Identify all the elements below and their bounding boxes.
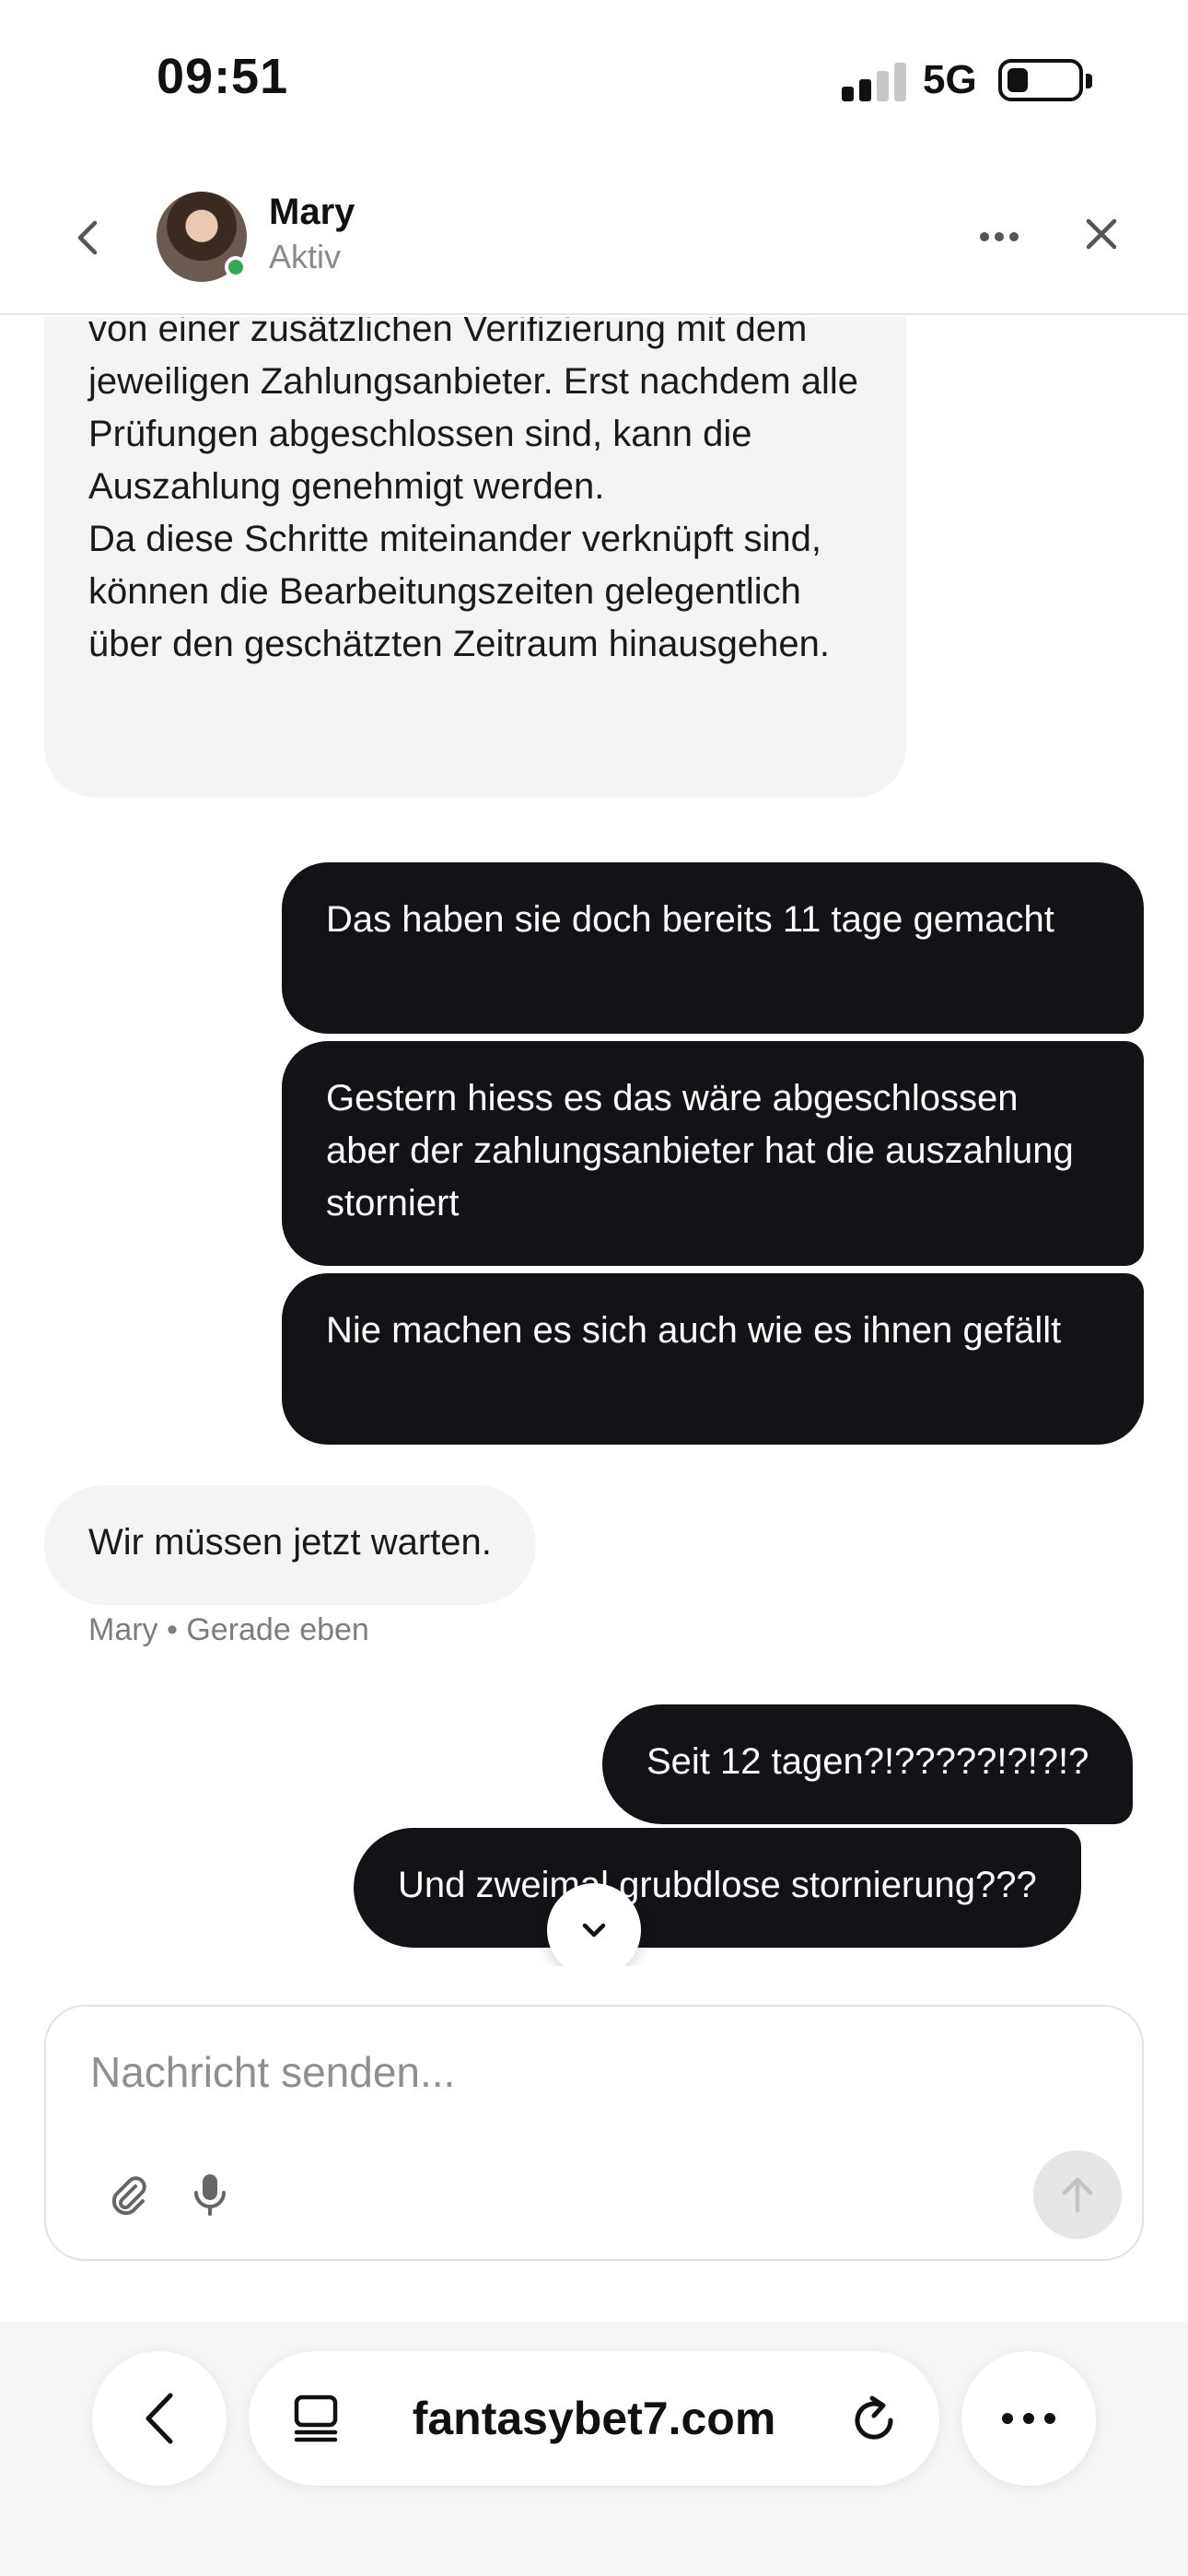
message-paragraph: von einer zusätzlichen Verifizierung mit… (88, 317, 859, 507)
reload-icon (855, 2395, 893, 2440)
online-indicator (225, 256, 247, 278)
message-list[interactable]: von einer zusätzlichen Verifizierung mit… (0, 317, 1188, 1966)
battery-icon (998, 59, 1092, 101)
agent-message: Wir müssen jetzt warten. (44, 1485, 536, 1605)
send-button[interactable] (1033, 2150, 1122, 2239)
network-type: 5G (923, 57, 977, 102)
close-button[interactable] (1077, 210, 1125, 258)
user-message: Nie machen es sich auch wie es ihnen gef… (282, 1273, 1144, 1445)
user-message: Das haben sie doch bereits 11 tage gemac… (282, 862, 1144, 1034)
browser-more-button[interactable] (961, 2351, 1096, 2486)
contact-name: Mary (269, 192, 355, 232)
message-meta: Mary • Gerade eben (88, 1612, 369, 1647)
reload-button[interactable] (847, 2392, 901, 2445)
ellipsis-icon (1002, 2413, 1055, 2424)
status-bar: 09:51 5G (0, 0, 1188, 166)
arrow-up-icon (1062, 2177, 1093, 2213)
chevron-left-icon (146, 2393, 173, 2444)
message-paragraph: Da diese Schritte miteinander verknüpft … (88, 519, 830, 664)
agent-message: von einer zusätzlichen Verifizierung mit… (44, 317, 906, 798)
message-input[interactable] (90, 2047, 1011, 2097)
back-button[interactable] (64, 210, 111, 265)
chevron-left-icon (77, 220, 98, 255)
microphone-button[interactable] (184, 2169, 236, 2220)
browser-toolbar: fantasybet7.com (0, 2322, 1188, 2576)
address-url: fantasybet7.com (412, 2393, 776, 2444)
status-time: 09:51 (157, 49, 289, 104)
attach-button[interactable] (103, 2169, 155, 2220)
message-composer (44, 2005, 1144, 2261)
user-message: Und zweimal grubdlose stornierung??? (354, 1828, 1081, 1948)
chat-header: Mary Aktiv (0, 166, 1188, 315)
user-message: Gestern hiess es das wäre abgeschlossen … (282, 1041, 1144, 1266)
more-options-button[interactable] (976, 214, 1022, 260)
user-message: Seit 12 tagen?!?????!?!?!? (602, 1704, 1134, 1824)
close-icon (1086, 218, 1117, 250)
ellipsis-icon (980, 232, 1019, 241)
address-bar[interactable]: fantasybet7.com (249, 2351, 939, 2486)
chevron-down-icon (582, 1923, 606, 1938)
microphone-icon (194, 2174, 226, 2216)
signal-icon (842, 61, 906, 101)
contact-status: Aktiv (269, 238, 342, 275)
paperclip-icon (111, 2176, 146, 2216)
browser-back-button[interactable] (92, 2351, 227, 2486)
